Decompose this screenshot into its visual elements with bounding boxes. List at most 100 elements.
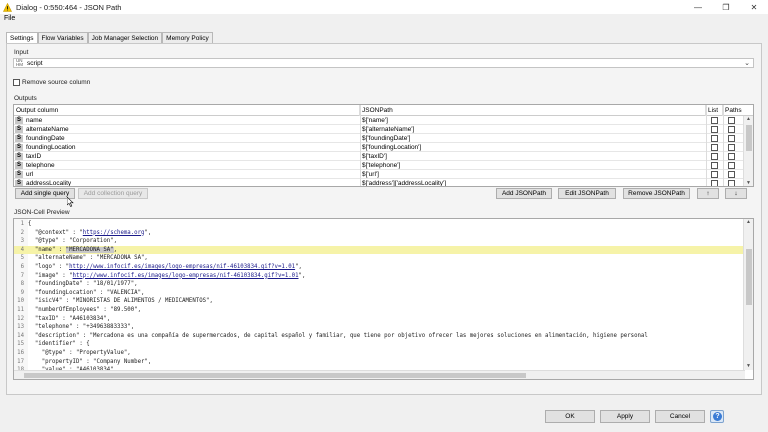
table-row[interactable]: Surl $['url'] [14,170,744,179]
table-row[interactable]: Stelephone $['telephone'] [14,161,744,170]
list-checkbox[interactable] [711,117,718,124]
header-list[interactable]: List [706,105,723,116]
code-line: 3 "@type" : "Corporation", [14,237,745,246]
minimize-icon[interactable]: — [684,0,712,14]
edit-jsonpath-button[interactable]: Edit JSONPath [558,188,616,199]
remove-source-checkbox[interactable] [13,79,20,86]
ok-button[interactable]: OK [545,410,595,423]
close-icon[interactable]: ✕ [740,0,768,14]
string-type-icon: S [15,144,23,151]
apply-button[interactable]: Apply [600,410,650,423]
jsonpath-cell[interactable]: $['foundingDate'] [362,134,410,143]
json-preview-pane[interactable]: 1{2 "@context" : "https://schema.org", 3 … [13,218,754,380]
header-paths[interactable]: Paths [723,105,753,116]
scroll-down-icon[interactable]: ▼ [746,363,751,369]
scroll-up-icon[interactable]: ▲ [746,116,751,122]
code-text: "foundingDate" : "18/01/1977", [28,281,138,288]
list-checkbox[interactable] [711,144,718,151]
table-row[interactable]: StaxID $['taxID'] [14,152,744,161]
scrollbar-thumb[interactable] [746,125,752,151]
menu-file[interactable]: File [4,15,15,22]
output-column-cell[interactable]: taxID [26,152,41,161]
code-line: 9 "foundingLocation" : "VALENCIA", [14,289,745,298]
table-row[interactable]: SaddressLocality $['address']['addressLoc… [14,179,744,186]
list-checkbox[interactable] [711,153,718,160]
line-number: 17 [17,358,24,365]
paths-checkbox[interactable] [728,135,735,142]
list-checkbox[interactable] [711,162,718,169]
jsonpath-cell[interactable]: $['name'] [362,116,388,125]
line-number: 8 [20,281,24,288]
list-checkbox[interactable] [711,126,718,133]
output-column-cell[interactable]: url [26,170,33,179]
preview-vertical-scrollbar[interactable]: ▲ ▼ [743,219,753,370]
preview-horizontal-scrollbar[interactable] [14,370,745,379]
table-row[interactable]: SfoundingLocation $['foundingLocation'] [14,143,744,152]
string-type-icon: S [15,126,23,133]
jsonpath-cell[interactable]: $['address']['addressLocality'] [362,179,446,186]
string-type-icon: S [15,117,23,124]
paths-checkbox[interactable] [728,180,735,186]
line-number: 16 [17,350,24,356]
line-number: 3 [20,238,24,245]
list-checkbox[interactable] [711,135,718,142]
table-row[interactable]: Sname $['name'] [14,116,744,125]
code-line: 6 "logo" : "http://www.infocif.es/images… [14,263,745,272]
move-up-button[interactable]: ↑ [697,188,719,199]
remove-jsonpath-button[interactable]: Remove JSONPath [623,188,690,199]
outputs-table: Output column JSONPath List Paths Sname $… [13,104,754,187]
line-number: 2 [20,229,24,236]
jsonpath-cell[interactable]: $['url'] [362,170,379,179]
help-button[interactable]: ? [710,410,724,423]
scroll-down-icon[interactable]: ▼ [746,180,751,186]
table-row[interactable]: SalternateName $['alternateName'] [14,125,744,134]
scrollbar-thumb[interactable] [24,373,526,378]
list-checkbox[interactable] [711,180,718,186]
output-column-cell[interactable]: telephone [26,161,55,170]
preview-section-label: JSON-Cell Preview [14,209,70,216]
add-collection-query-button[interactable]: Add collection query [78,188,148,199]
header-jsonpath[interactable]: JSONPath [360,105,706,116]
string-type-icon: S [15,135,23,142]
jsonpath-cell[interactable]: $['taxID'] [362,152,387,161]
output-column-cell[interactable]: addressLocality [26,179,71,186]
output-column-cell[interactable]: foundingDate [26,134,65,143]
jsonpath-cell[interactable]: $['alternateName'] [362,125,414,134]
add-jsonpath-button[interactable]: Add JSONPath [496,188,552,199]
paths-checkbox[interactable] [728,126,735,133]
code-line: 8 "foundingDate" : "18/01/1977", [14,280,745,289]
paths-checkbox[interactable] [728,153,735,160]
paths-checkbox[interactable] [728,117,735,124]
line-number: 14 [17,332,24,339]
header-output-column[interactable]: Output column [14,105,360,116]
line-number: 4 [20,246,24,253]
cancel-button[interactable]: Cancel [655,410,705,423]
table-row[interactable]: SfoundingDate $['foundingDate'] [14,134,744,143]
output-column-cell[interactable]: name [26,116,42,125]
paths-checkbox[interactable] [728,171,735,178]
list-checkbox[interactable] [711,171,718,178]
line-number: 15 [17,341,24,348]
code-text: "taxID" : "A46103834", [28,315,111,322]
window-title: Dialog - 0:550:464 - JSON Path [16,2,122,12]
paths-checkbox[interactable] [728,144,735,151]
add-single-query-button[interactable]: Add single query [15,188,75,199]
scroll-up-icon[interactable]: ▲ [746,219,751,225]
code-text: "isicV4" : "MINORISTAS DE ALIMENTOS / ME… [28,298,213,305]
code-text: "@context" : "https://schema.org", [28,229,152,236]
maximize-icon[interactable]: ❐ [712,0,740,14]
code-text: "description" : "Mercadona es una compañ… [28,332,648,339]
jsonpath-cell[interactable]: $['foundingLocation'] [362,143,421,152]
input-column-select[interactable]: UN HM script ⌄ [13,58,754,68]
output-column-cell[interactable]: foundingLocation [26,143,76,152]
mouse-cursor-icon [67,197,74,207]
paths-checkbox[interactable] [728,162,735,169]
outputs-table-scrollbar[interactable]: ▲ ▼ [743,116,753,186]
move-down-button[interactable]: ↓ [725,188,747,199]
code-line: 14 "description" : "Mercadona es una com… [14,332,745,341]
code-text: "image" : "http://www.infocif.es/images/… [28,272,306,279]
code-text: "@type" : "Corporation", [28,238,118,245]
scrollbar-thumb[interactable] [746,249,752,305]
output-column-cell[interactable]: alternateName [26,125,69,134]
jsonpath-cell[interactable]: $['telephone'] [362,161,400,170]
